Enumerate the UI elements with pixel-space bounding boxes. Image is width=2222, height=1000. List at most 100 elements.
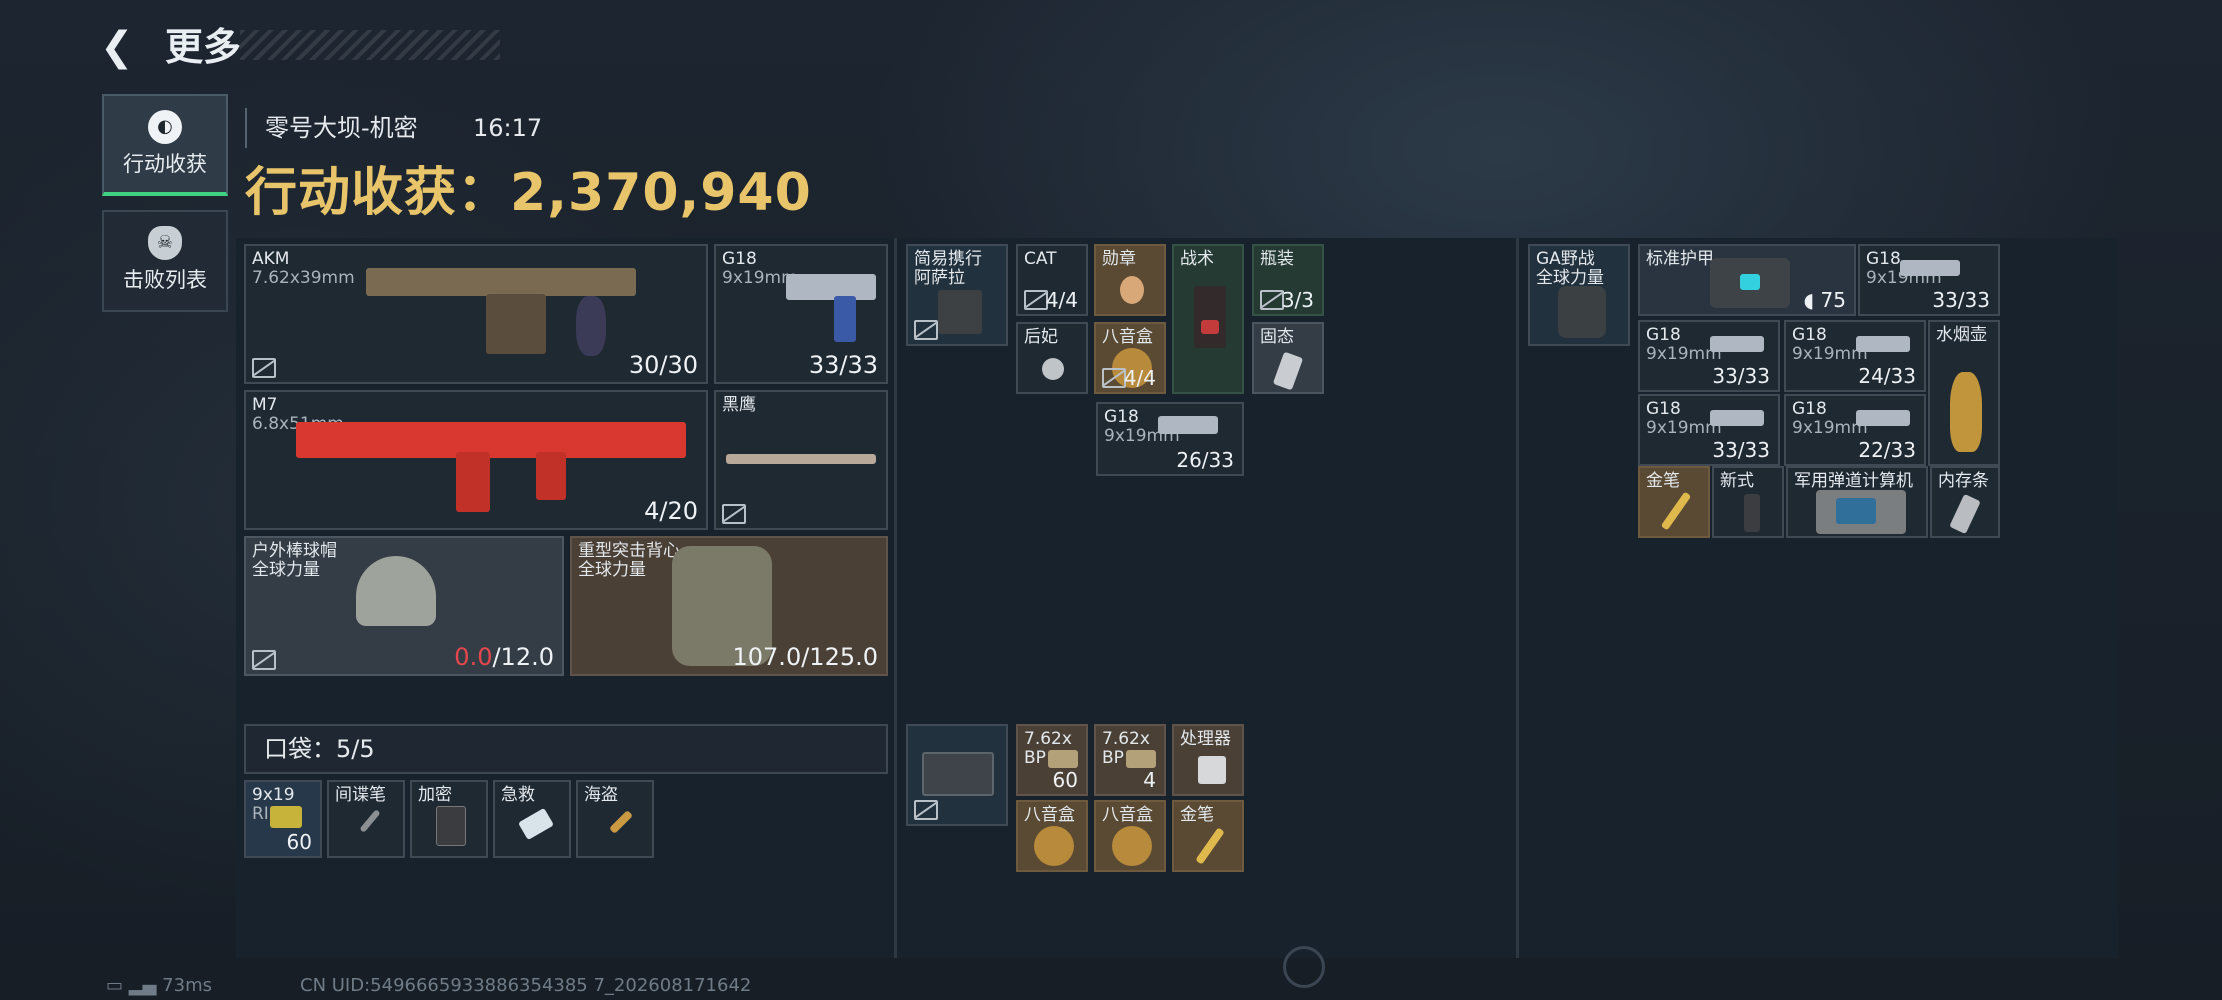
rig-item[interactable]: G18 9x19mm 26/33	[1096, 402, 1244, 476]
backpack-item[interactable]: G18 9x19mm 33/33	[1638, 394, 1780, 466]
device-image	[1744, 494, 1760, 532]
tab-loot-label: 行动收获	[123, 152, 207, 176]
item-count: 33/33	[1712, 364, 1770, 388]
pocket-item[interactable]: 间谍笔	[327, 780, 405, 858]
secure-case-slot[interactable]	[906, 724, 1008, 826]
item-name: 战术	[1180, 249, 1214, 269]
ammo-image	[1126, 750, 1156, 768]
rig-item[interactable]: 瓶装 3/3	[1252, 244, 1324, 316]
raid-time: 16:17	[473, 114, 543, 142]
gold-pen-image	[1195, 827, 1225, 865]
case-item[interactable]: 金笔	[1172, 800, 1244, 872]
melee-slot[interactable]: 黑鹰	[714, 390, 888, 530]
music-box-image	[1112, 826, 1152, 866]
pocket-label: 口袋：	[264, 735, 336, 763]
unlocked-icon	[722, 504, 746, 524]
case-item[interactable]: 八音盒	[1016, 800, 1088, 872]
rig-slot[interactable]: 简易携行 阿萨拉	[906, 244, 1008, 346]
tab-kill-list[interactable]: ☠ 击败列表	[102, 210, 228, 312]
backpack-item[interactable]: 军用弹道计算机	[1786, 466, 1928, 538]
item-name: 内存条	[1938, 471, 1989, 491]
pocket-header: 口袋：5/5	[244, 724, 888, 774]
battery-icon: ▭	[106, 975, 124, 996]
weapon-slot-akm[interactable]: AKM 7.62x39mm 30/30	[244, 244, 708, 384]
item-name: 瓶装	[1260, 249, 1294, 269]
case-item[interactable]: 7.62x BP 4	[1094, 724, 1166, 796]
pocket-item[interactable]: 急救	[493, 780, 571, 858]
ping-value: 73ms	[162, 975, 212, 996]
loot-icon: ◐	[148, 110, 182, 144]
unlocked-icon	[914, 320, 938, 340]
weapon-slot-g18[interactable]: G18 9x19mm 33/33	[714, 244, 888, 384]
backpack-item[interactable]: 内存条	[1930, 466, 2000, 538]
tab-loot[interactable]: ◐ 行动收获	[102, 94, 228, 196]
injector-image	[518, 807, 554, 841]
rig-item[interactable]: 八音盒 4/4	[1094, 322, 1166, 394]
backpack-item[interactable]: 金笔	[1638, 466, 1710, 538]
rig-item[interactable]: 固态	[1252, 322, 1324, 394]
map-name: 零号大坝-机密	[245, 108, 418, 148]
ssd-image	[1272, 351, 1304, 391]
item-name: GA野战	[1536, 249, 1595, 269]
backpack-item[interactable]: 标准护甲 ◖ 75	[1638, 244, 1856, 316]
item-name: AKM	[252, 249, 290, 269]
rig-item[interactable]: CAT 4/4	[1016, 244, 1088, 316]
item-name: 新式	[1720, 471, 1754, 491]
item-name: 黑鹰	[722, 395, 756, 415]
akm-mag-image	[576, 296, 606, 356]
helmet-slot[interactable]: 户外棒球帽 全球力量 0.0/12.0	[244, 536, 564, 676]
item-sub: 全球力量	[578, 560, 646, 580]
rig-image	[938, 290, 982, 334]
item-sub: 全球力量	[1536, 268, 1604, 288]
case-item[interactable]: 八音盒	[1094, 800, 1166, 872]
backpack-item[interactable]: G18 9x19mm 24/33	[1784, 320, 1926, 392]
backpack-item[interactable]: G18 9x19mm 22/33	[1784, 394, 1926, 466]
rig-item[interactable]: 勋章	[1094, 244, 1166, 316]
item-name: 户外棒球帽	[252, 541, 337, 561]
helmet-image	[356, 556, 436, 626]
item-caliber: 7.62x39mm	[252, 268, 355, 288]
rig-item[interactable]: 战术	[1172, 244, 1244, 394]
music-box-image	[1034, 826, 1074, 866]
durability-current: 0.0	[454, 643, 493, 671]
item-sub: BP	[1102, 748, 1124, 768]
backpack-slot[interactable]: GA野战 全球力量	[1528, 244, 1630, 346]
medal-image	[1120, 276, 1144, 304]
item-name: 7.62x	[1024, 729, 1072, 749]
pirate-item-image	[608, 809, 634, 835]
case-item[interactable]: 处理器	[1172, 724, 1244, 796]
case-item[interactable]: 7.62x BP 60	[1016, 724, 1088, 796]
armor-slot[interactable]: 重型突击背心 全球力量 107.0/125.0	[570, 536, 888, 676]
backpack-item[interactable]: G18 9x19mm 33/33	[1638, 320, 1780, 392]
ballistic-computer-screen-image	[1836, 498, 1876, 524]
panel-divider	[894, 238, 897, 958]
weapon-slot-m7[interactable]: M7 6.8x51mm 4/20	[244, 390, 708, 530]
pocket-item[interactable]: 加密	[410, 780, 488, 858]
item-name: 7.62x	[1102, 729, 1150, 749]
item-ammo: 33/33	[808, 351, 878, 379]
back-arrow-icon[interactable]: ❮	[100, 22, 140, 72]
item-name: 急救	[501, 785, 535, 805]
item-name: G18	[1104, 407, 1139, 427]
item-name: 重型突击背心	[578, 541, 680, 561]
pocket-item[interactable]: 海盗	[576, 780, 654, 858]
pistol-image	[1710, 410, 1764, 426]
medkit-image	[1194, 286, 1226, 348]
rig-item[interactable]: 后妃	[1016, 322, 1088, 394]
item-count: 3/3	[1281, 288, 1314, 312]
loot-total: 行动收获：2,370,940	[245, 158, 812, 228]
pistol-grip-image	[834, 296, 856, 342]
backpack-item[interactable]: 新式	[1712, 466, 1784, 538]
pistol-image	[1856, 336, 1910, 352]
loot-label: 行动收获：	[245, 163, 511, 223]
item-ammo: 30/30	[628, 351, 698, 379]
backpack-item[interactable]: G18 9x19mm 33/33	[1858, 244, 2000, 316]
backpack-item[interactable]: 水烟壶	[1928, 320, 2000, 466]
item-name: 标准护甲	[1646, 249, 1714, 269]
item-name: 八音盒	[1102, 805, 1153, 825]
pocket-item[interactable]: 9x19 RIP 60	[244, 780, 322, 858]
case-image	[922, 752, 994, 796]
m7-grip-image	[536, 452, 566, 500]
item-count: 60	[1052, 768, 1078, 792]
backpack-image	[1558, 286, 1606, 338]
